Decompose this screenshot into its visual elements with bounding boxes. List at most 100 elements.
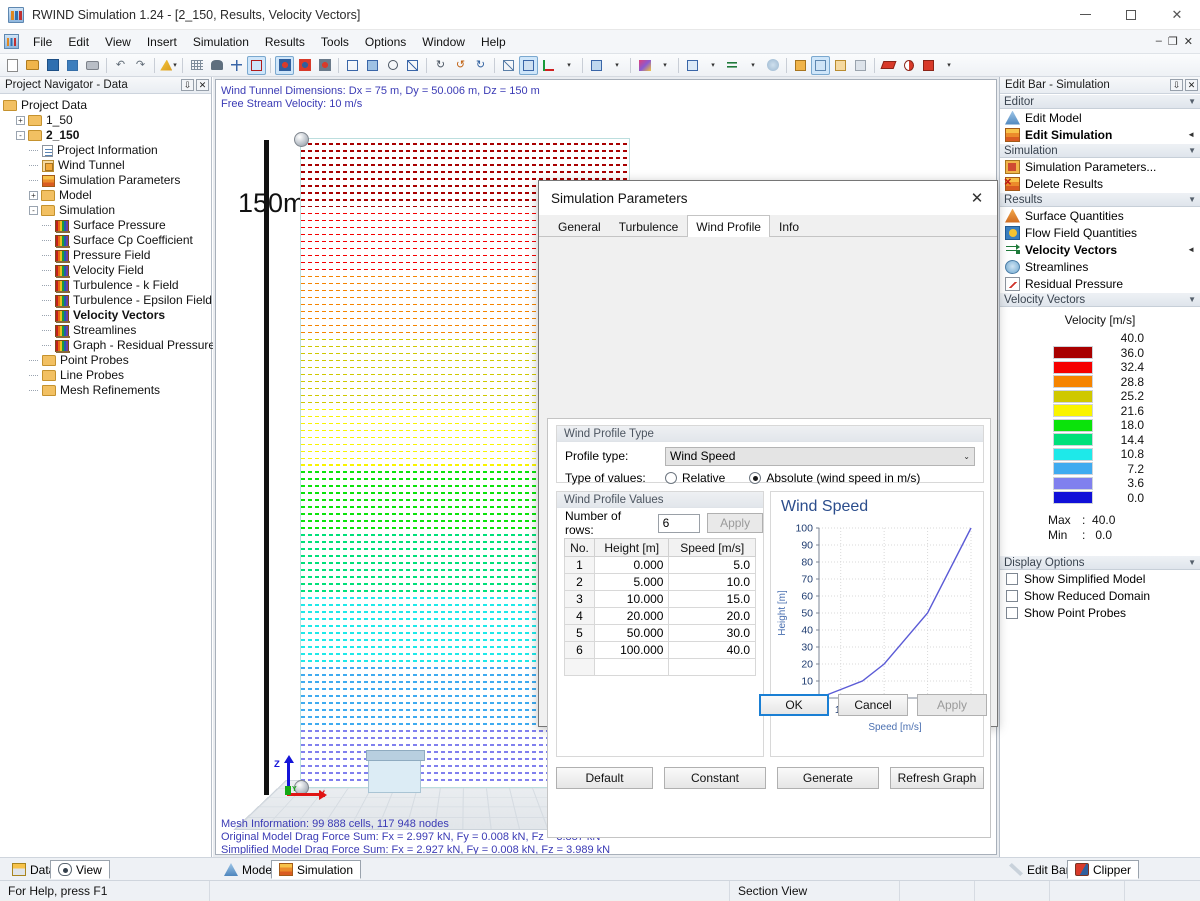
editbar-item-surface-quantities[interactable]: Surface Quantities [1000, 207, 1200, 224]
editbar-item-velocity-vectors[interactable]: Velocity Vectors◄ [1000, 241, 1200, 258]
chevron-left-icon[interactable]: ◄ [1187, 130, 1195, 139]
open-folder-icon[interactable] [23, 56, 42, 75]
table-row[interactable]: 25.00010.0 [565, 574, 756, 591]
chevron-down-icon[interactable]: ▼ [1188, 97, 1196, 106]
close-button[interactable]: ✕ [1154, 0, 1200, 30]
velocity-vectors-group-header[interactable]: Velocity Vectors ▼ [1000, 292, 1200, 307]
group-header-results[interactable]: Results▼ [1000, 192, 1200, 207]
vector-icon[interactable] [723, 56, 742, 75]
rotate-icon[interactable]: ↻ [431, 56, 450, 75]
tree-item-turbulence-epsilon-field[interactable]: Turbulence - Epsilon Field [3, 293, 211, 308]
mesh-surface-icon[interactable] [207, 56, 226, 75]
cell-speed[interactable]: 5.0 [669, 557, 756, 574]
streamline-icon[interactable] [763, 56, 782, 75]
chevron-down-icon[interactable]: ▾ [743, 56, 762, 75]
table-row[interactable]: 550.00030.0 [565, 625, 756, 642]
redo-icon[interactable]: ↷ [131, 56, 150, 75]
mdi-restore-icon[interactable]: ❐ [1168, 35, 1179, 48]
chevron-down-icon[interactable]: ▼ [1188, 558, 1196, 567]
tab-general[interactable]: General [549, 216, 610, 236]
cell-height[interactable]: 50.000 [595, 625, 669, 642]
tree-item-surface-cp-coefficient[interactable]: Surface Cp Coefficient [3, 233, 211, 248]
chevron-down-icon[interactable]: ▼ [1188, 295, 1196, 304]
tree-item-simulation-parameters[interactable]: Simulation Parameters [3, 173, 211, 188]
wind-icon-2[interactable] [295, 56, 314, 75]
tree-item-wind-tunnel[interactable]: Wind Tunnel [3, 158, 211, 173]
undo-icon[interactable]: ↶ [111, 56, 130, 75]
chevron-down-icon[interactable]: ▼ [1188, 195, 1196, 204]
editbar-item-edit-simulation[interactable]: Edit Simulation◄ [1000, 126, 1200, 143]
dialog-close-button[interactable]: ✕ [961, 184, 993, 212]
checkbox-show-simplified-model[interactable]: Show Simplified Model [1000, 570, 1200, 587]
radio-absolute[interactable]: Absolute (wind speed in m/s) [749, 471, 920, 485]
tree-item-project-data[interactable]: Project Data [3, 98, 211, 113]
section-solid-icon[interactable] [919, 56, 938, 75]
select-box-icon[interactable] [247, 56, 266, 75]
solid-icon[interactable] [519, 56, 538, 75]
fit-icon[interactable] [403, 56, 422, 75]
radio-relative[interactable]: Relative [665, 471, 725, 485]
expand-icon[interactable]: + [29, 191, 38, 200]
result-2-icon[interactable] [811, 56, 830, 75]
menu-item-file[interactable]: File [25, 32, 60, 52]
maximize-button[interactable] [1108, 0, 1154, 30]
chevron-down-icon[interactable]: ▾ [655, 56, 674, 75]
tree-item-turbulence-k-field[interactable]: Turbulence - k Field [3, 278, 211, 293]
menu-item-results[interactable]: Results [257, 32, 313, 52]
generate-button[interactable]: Generate [777, 767, 879, 789]
mesh-icon[interactable] [187, 56, 206, 75]
chevron-left-icon[interactable]: ◄ [1187, 245, 1195, 254]
expand-icon[interactable]: + [16, 116, 25, 125]
print-icon[interactable] [83, 56, 102, 75]
menu-item-view[interactable]: View [97, 32, 139, 52]
zoom-window-icon[interactable] [363, 56, 382, 75]
collapse-icon[interactable]: - [16, 131, 25, 140]
grid-icon[interactable] [227, 56, 246, 75]
clip-cube-icon[interactable] [683, 56, 702, 75]
chevron-down-icon[interactable]: ▾ [607, 56, 626, 75]
tree-item-mesh-refinements[interactable]: Mesh Refinements [3, 383, 211, 398]
close-icon[interactable]: ✕ [1185, 79, 1198, 91]
cell-speed[interactable]: 15.0 [669, 591, 756, 608]
menu-item-simulation[interactable]: Simulation [185, 32, 257, 52]
close-icon[interactable]: ✕ [196, 79, 209, 91]
tree-item-graph-residual-pressure[interactable]: Graph - Residual Pressure [3, 338, 211, 353]
chevron-down-icon[interactable]: ▾ [559, 56, 578, 75]
tree-item-project-information[interactable]: Project Information [3, 143, 211, 158]
mdi-minimize-icon[interactable]: – [1156, 35, 1163, 48]
menu-item-insert[interactable]: Insert [139, 32, 185, 52]
tree-item-model[interactable]: +Model [3, 188, 211, 203]
rotate-right-icon[interactable]: ↻ [471, 56, 490, 75]
menu-item-edit[interactable]: Edit [60, 32, 97, 52]
wind-icon-1[interactable] [275, 56, 294, 75]
new-file-icon[interactable] [3, 56, 22, 75]
tree-item-streamlines[interactable]: Streamlines [3, 323, 211, 338]
group-header-simulation[interactable]: Simulation▼ [1000, 143, 1200, 158]
pin-icon[interactable]: ⇩ [1170, 79, 1183, 91]
cell-speed[interactable]: 10.0 [669, 574, 756, 591]
editbar-item-delete-results[interactable]: Delete Results [1000, 175, 1200, 192]
tab-turbulence[interactable]: Turbulence [610, 216, 688, 236]
bottom-tab-clipper[interactable]: Clipper [1067, 860, 1139, 879]
toolbar-overflow-icon[interactable]: ▾ [939, 56, 958, 75]
cell-speed[interactable]: 40.0 [669, 642, 756, 659]
axis-icon[interactable] [539, 56, 558, 75]
rotate-left-icon[interactable]: ↺ [451, 56, 470, 75]
cell-height[interactable]: 5.000 [595, 574, 669, 591]
display-options-group-header[interactable]: Display Options ▼ [1000, 555, 1200, 570]
bottom-tab-simulation[interactable]: Simulation [271, 860, 361, 879]
table-row[interactable]: 6100.00040.0 [565, 642, 756, 659]
minimize-button[interactable] [1062, 0, 1108, 30]
tree-item-velocity-field[interactable]: Velocity Field [3, 263, 211, 278]
zoom-all-icon[interactable] [343, 56, 362, 75]
checkbox-show-reduced-domain[interactable]: Show Reduced Domain [1000, 587, 1200, 604]
result-3-icon[interactable] [831, 56, 850, 75]
menu-item-help[interactable]: Help [473, 32, 514, 52]
wireframe-icon[interactable] [499, 56, 518, 75]
apply-rows-button[interactable]: Apply [707, 513, 763, 533]
save-icon[interactable] [43, 56, 62, 75]
checkbox-box[interactable] [1006, 607, 1018, 619]
collapse-icon[interactable]: - [29, 206, 38, 215]
cancel-button[interactable]: Cancel [838, 694, 908, 716]
number-of-rows-input[interactable]: 6 [658, 514, 701, 533]
